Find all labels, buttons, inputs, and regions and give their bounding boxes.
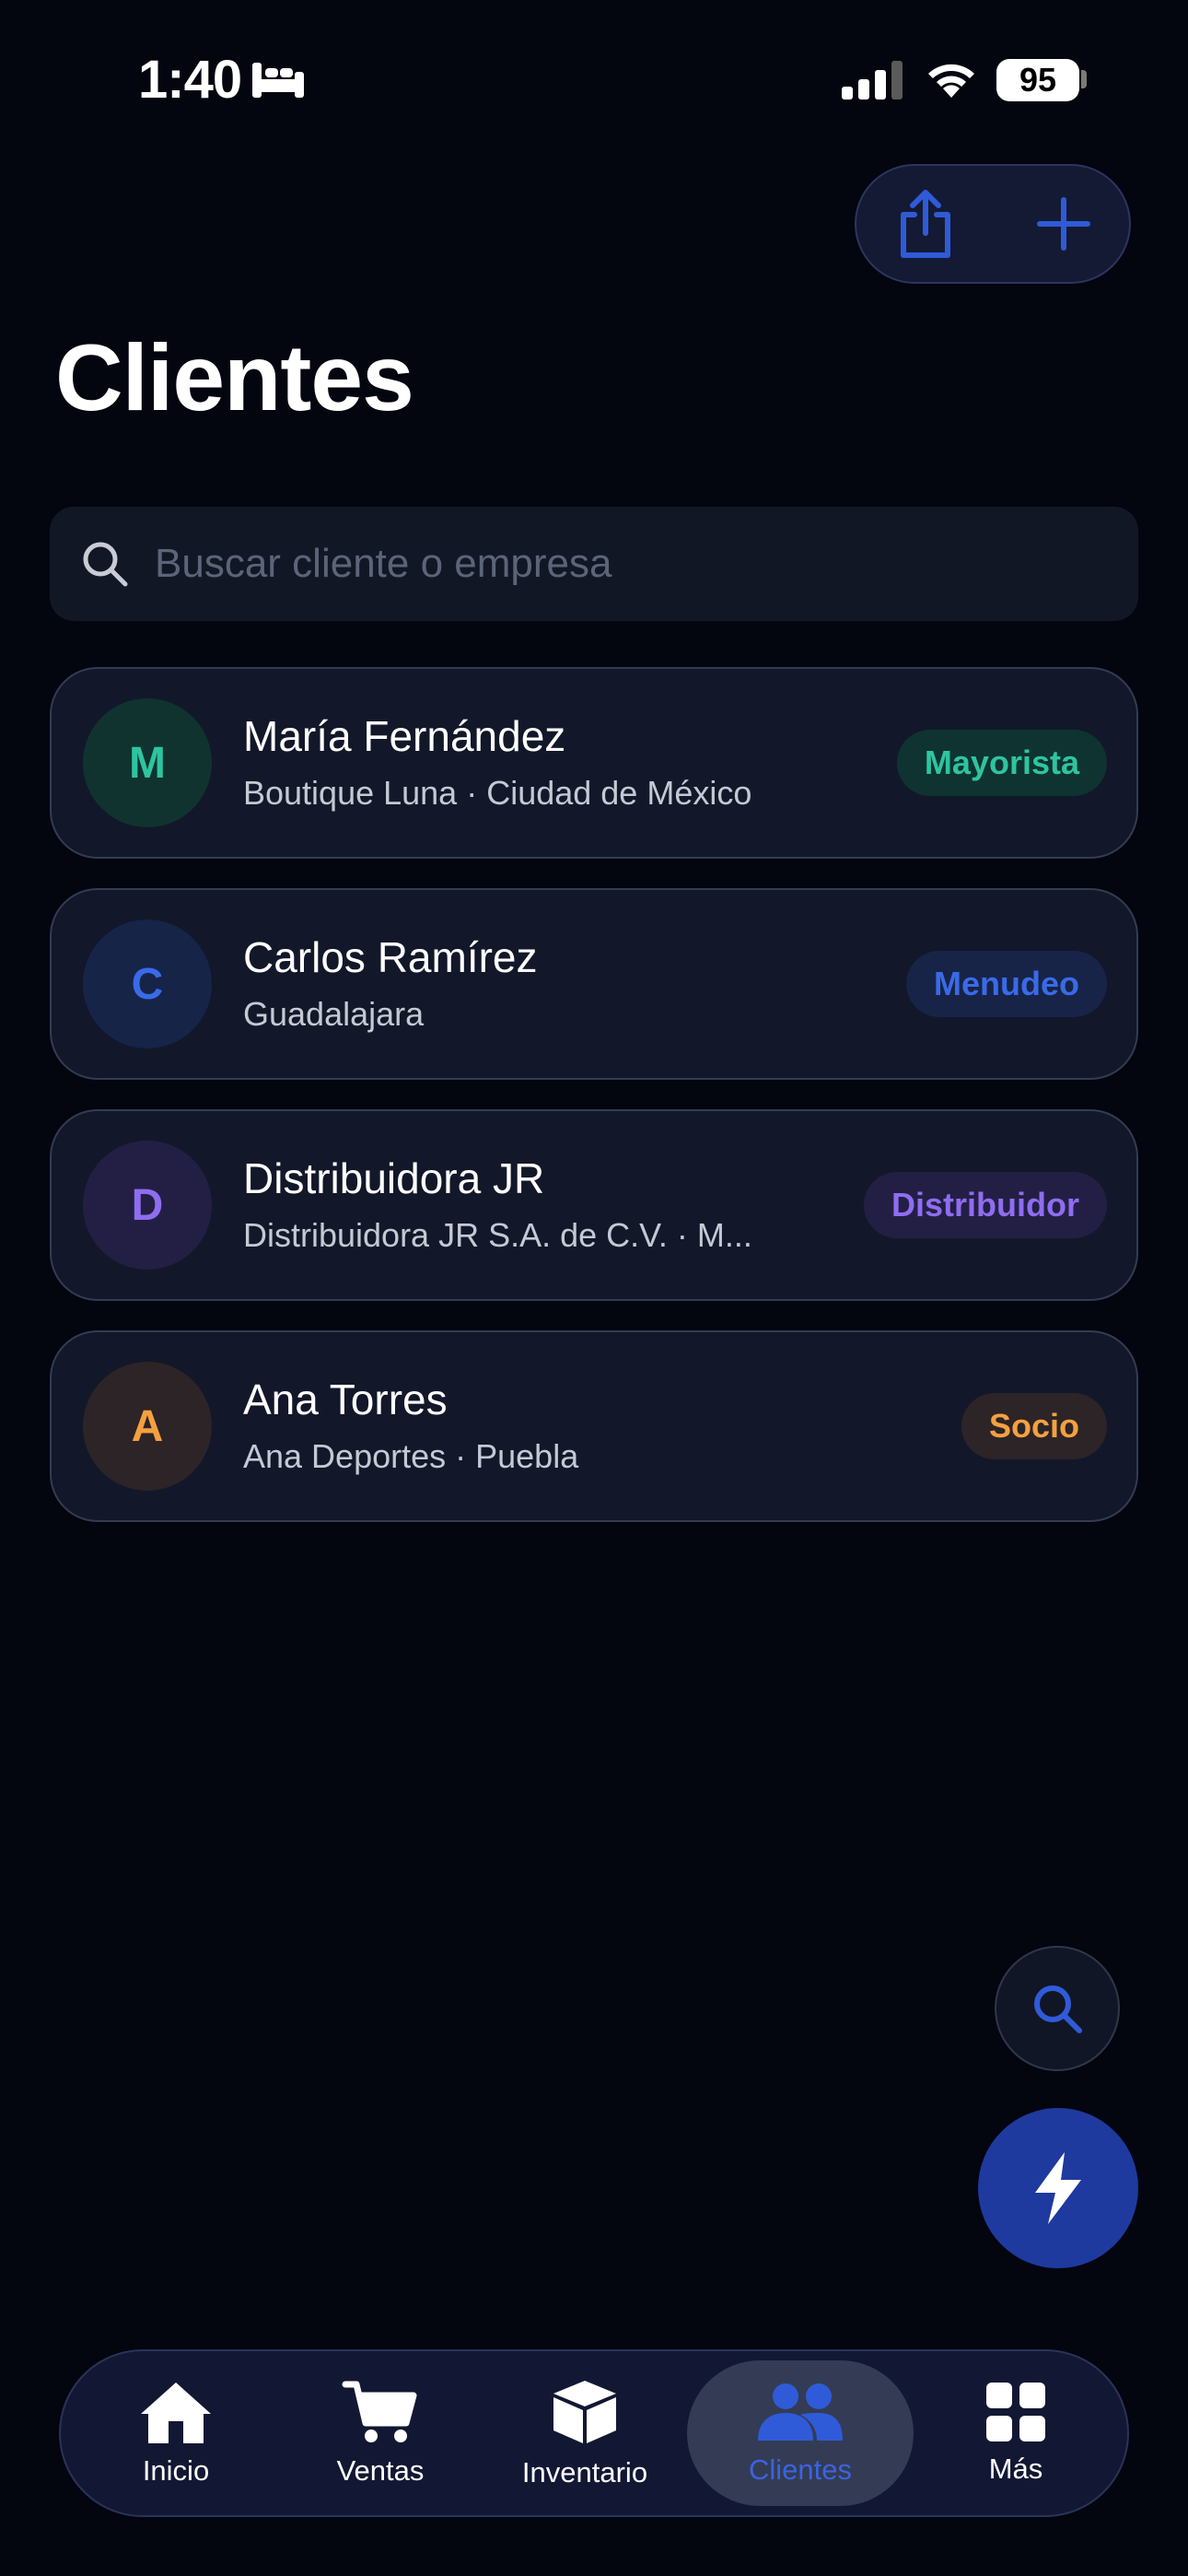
add-client-button[interactable] xyxy=(995,166,1133,282)
client-type-badge: Socio xyxy=(961,1393,1107,1459)
tab-inventario[interactable]: Inventario xyxy=(483,2360,687,2506)
search-bar[interactable] xyxy=(50,507,1138,621)
avatar: A xyxy=(83,1362,212,1491)
client-card-maria[interactable]: M María Fernández Boutique Luna · Ciudad… xyxy=(50,667,1138,859)
client-subtitle: Boutique Luna · Ciudad de México xyxy=(243,774,752,812)
client-card-distribuidora-jr[interactable]: D Distribuidora JR Distribuidora JR S.A.… xyxy=(50,1109,1138,1301)
client-subtitle: Distribuidora JR S.A. de C.V. · M... xyxy=(243,1216,752,1254)
client-name: Distribuidora JR xyxy=(243,1154,545,1202)
share-icon xyxy=(901,190,950,258)
bed-icon xyxy=(252,63,304,98)
tab-label: Inicio xyxy=(142,2454,210,2487)
page-title: Clientes xyxy=(55,325,414,430)
battery-tip xyxy=(1081,70,1087,88)
avatar: C xyxy=(83,919,212,1048)
cart-icon xyxy=(342,2381,417,2442)
status-time: 1:40 xyxy=(138,50,242,110)
tab-label: Inventario xyxy=(521,2456,648,2488)
floating-search-button[interactable] xyxy=(995,1946,1120,2071)
tab-label: Clientes xyxy=(749,2453,852,2486)
header-actions xyxy=(855,164,1131,284)
plus-icon xyxy=(1037,197,1090,251)
client-type-badge: Distribuidor xyxy=(864,1172,1107,1238)
search-icon xyxy=(1034,1985,1082,2033)
battery-indicator: 95 xyxy=(996,59,1079,101)
home-icon xyxy=(141,2383,211,2443)
share-button[interactable] xyxy=(856,166,995,282)
avatar: D xyxy=(83,1141,212,1270)
tab-ventas[interactable]: Ventas xyxy=(278,2360,483,2506)
quick-action-button[interactable] xyxy=(978,2108,1138,2268)
signal-icon xyxy=(842,61,903,100)
tab-label: Ventas xyxy=(336,2454,425,2487)
wifi-icon xyxy=(928,64,974,98)
client-subtitle: Guadalajara xyxy=(243,995,425,1033)
client-name: Carlos Ramírez xyxy=(243,933,538,981)
client-card-ana[interactable]: A Ana Torres Ana Deportes · Puebla Socio xyxy=(50,1330,1138,1522)
client-type-badge: Mayorista xyxy=(896,730,1107,796)
client-type-badge: Menudeo xyxy=(906,951,1107,1017)
tab-bar: Inicio Ventas Inventario Clientes Más xyxy=(59,2349,1129,2517)
box-icon xyxy=(553,2381,616,2443)
avatar: M xyxy=(83,698,212,827)
tab-inicio[interactable]: Inicio xyxy=(74,2360,278,2506)
search-input[interactable] xyxy=(153,540,1077,588)
users-icon xyxy=(758,2383,843,2441)
tab-mas[interactable]: Más xyxy=(914,2360,1118,2506)
client-card-carlos[interactable]: C Carlos Ramírez Guadalajara Menudeo xyxy=(50,888,1138,1080)
grid-icon xyxy=(986,2383,1045,2441)
tab-clientes[interactable]: Clientes xyxy=(687,2360,914,2506)
client-name: Ana Torres xyxy=(243,1376,448,1423)
client-name: María Fernández xyxy=(243,712,566,760)
tab-label: Más xyxy=(988,2453,1043,2485)
client-subtitle: Ana Deportes · Puebla xyxy=(243,1437,579,1475)
search-icon xyxy=(83,542,128,587)
lightning-icon xyxy=(1035,2152,1081,2224)
